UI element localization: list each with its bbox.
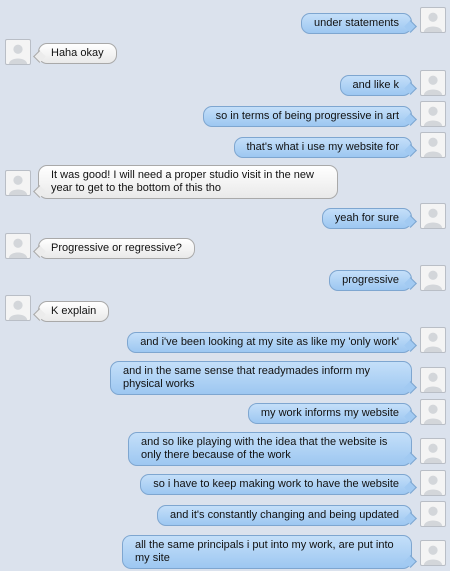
message-text: so in terms of being progressive in art [215, 110, 399, 122]
message-text: progressive [342, 274, 399, 286]
person-silhouette-icon [423, 506, 443, 526]
message-text: and like k [352, 79, 399, 91]
incoming-message-bubble[interactable]: Haha okay [38, 43, 117, 64]
incoming-message-bubble[interactable]: Progressive or regressive? [38, 238, 195, 259]
message-text: under statements [314, 17, 399, 29]
avatar [420, 327, 446, 353]
message-text: that's what i use my website for [246, 141, 400, 153]
avatar [5, 233, 31, 259]
outgoing-message-bubble[interactable]: and so like playing with the idea that t… [128, 432, 412, 466]
message-text: and so like playing with the idea that t… [141, 436, 388, 461]
person-silhouette-icon [423, 443, 443, 463]
message-text: all the same principals i put into my wo… [135, 539, 394, 564]
outgoing-message-bubble[interactable]: progressive [329, 270, 412, 291]
avatar [420, 540, 446, 566]
person-silhouette-icon [423, 475, 443, 495]
avatar [420, 132, 446, 158]
avatar [420, 70, 446, 96]
message-text: and i've been looking at my site as like… [140, 336, 399, 348]
person-silhouette-icon [8, 300, 28, 320]
avatar [420, 7, 446, 33]
person-silhouette-icon [423, 75, 443, 95]
outgoing-message-bubble[interactable]: and it's constantly changing and being u… [157, 505, 412, 526]
outgoing-message-bubble[interactable]: all the same principals i put into my wo… [122, 535, 412, 569]
incoming-message-bubble[interactable]: It was good! I will need a proper studio… [38, 165, 338, 199]
person-silhouette-icon [423, 270, 443, 290]
outgoing-message-bubble[interactable]: and in the same sense that readymades in… [110, 361, 412, 395]
message-text: Progressive or regressive? [51, 242, 182, 254]
avatar [420, 367, 446, 393]
avatar [420, 438, 446, 464]
person-silhouette-icon [423, 137, 443, 157]
outgoing-message-bubble[interactable]: and like k [339, 75, 412, 96]
avatar [420, 470, 446, 496]
avatar [420, 501, 446, 527]
outgoing-message-bubble[interactable]: under statements [301, 13, 412, 34]
message-text: Haha okay [51, 47, 104, 59]
message-text: my work informs my website [260, 407, 399, 419]
message-text: so i have to keep making work to have th… [153, 478, 399, 490]
outgoing-message-bubble[interactable]: so in terms of being progressive in art [202, 106, 412, 127]
avatar [420, 399, 446, 425]
person-silhouette-icon [423, 404, 443, 424]
person-silhouette-icon [423, 332, 443, 352]
avatar [5, 39, 31, 65]
message-text: yeah for sure [334, 212, 399, 224]
outgoing-message-bubble[interactable]: so i have to keep making work to have th… [140, 474, 412, 495]
avatar [420, 101, 446, 127]
message-text: and it's constantly changing and being u… [170, 509, 399, 521]
outgoing-message-bubble[interactable]: that's what i use my website for [233, 137, 412, 158]
person-silhouette-icon [423, 106, 443, 126]
person-silhouette-icon [8, 238, 28, 258]
avatar [420, 265, 446, 291]
person-silhouette-icon [423, 12, 443, 32]
message-text: It was good! I will need a proper studio… [51, 169, 314, 194]
outgoing-message-bubble[interactable]: yeah for sure [321, 208, 412, 229]
message-text: and in the same sense that readymades in… [123, 365, 371, 390]
incoming-message-bubble[interactable]: K explain [38, 301, 110, 322]
message-text: K explain [51, 305, 97, 317]
outgoing-message-bubble[interactable]: and i've been looking at my site as like… [127, 332, 412, 353]
person-silhouette-icon [8, 175, 28, 195]
person-silhouette-icon [8, 44, 28, 64]
person-silhouette-icon [423, 545, 443, 565]
avatar [5, 170, 31, 196]
person-silhouette-icon [423, 208, 443, 228]
outgoing-message-bubble[interactable]: my work informs my website [247, 403, 412, 424]
person-silhouette-icon [423, 372, 443, 392]
avatar [5, 295, 31, 321]
avatar [420, 203, 446, 229]
